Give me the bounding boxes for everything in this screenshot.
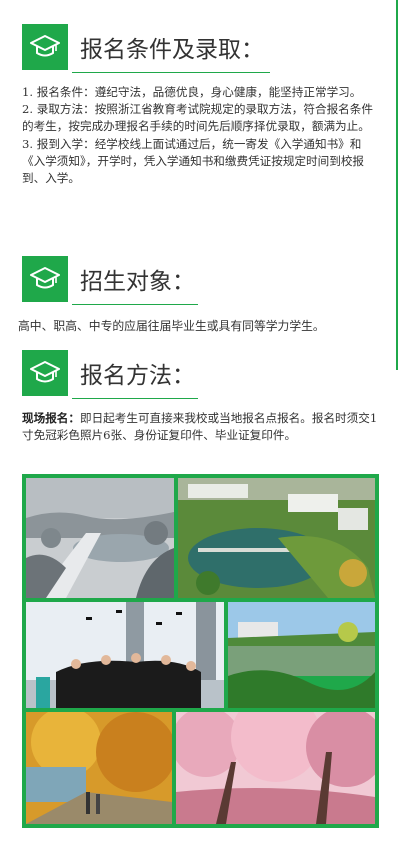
method-lead: 现场报名： xyxy=(22,411,80,425)
photo-graduation xyxy=(26,602,224,708)
graduation-cap-icon xyxy=(22,256,68,302)
photo-cherry-blossom xyxy=(176,712,375,824)
list-item: 2. 录取方法：按照浙江省教育考试院规定的录取方法，符合报名条件的考生，按完成办… xyxy=(22,102,373,134)
title-underline xyxy=(72,72,270,73)
method-text: 现场报名：即日起考生可直接来我校或当地报名点报名。报名时须交1寸免冠彩色照片6张… xyxy=(22,410,378,444)
title-underline xyxy=(72,304,198,305)
section-title: 招生对象： xyxy=(80,269,195,295)
list-item: 3. 报到入学：经学校线上面试通过后，统一寄发《入学通知书》和《入学须知》，开学… xyxy=(22,136,365,186)
photo-snowy-campus xyxy=(26,478,174,598)
section-title: 报名条件及录取： xyxy=(80,37,264,63)
photo-aerial-lake xyxy=(178,478,375,598)
section-title: 报名方法： xyxy=(80,363,195,389)
admission-list: 1. 报名条件：遵纪守法，品德优良，身心健康，能坚持正常学习。 2. 录取方法：… xyxy=(22,84,378,187)
target-text: 高中、职高、中专的应届往届毕业生或具有同等学力学生。 xyxy=(18,319,325,333)
graduation-cap-icon xyxy=(22,24,68,70)
photo-lakeside xyxy=(228,602,375,708)
photo-ginkgo xyxy=(26,712,172,824)
campus-photo-collage xyxy=(22,474,379,828)
graduation-cap-icon xyxy=(22,350,68,396)
list-item: 1. 报名条件：遵纪守法，品德优良，身心健康，能坚持正常学习。 xyxy=(22,85,362,99)
right-accent-line xyxy=(396,0,398,370)
title-underline xyxy=(72,398,198,399)
